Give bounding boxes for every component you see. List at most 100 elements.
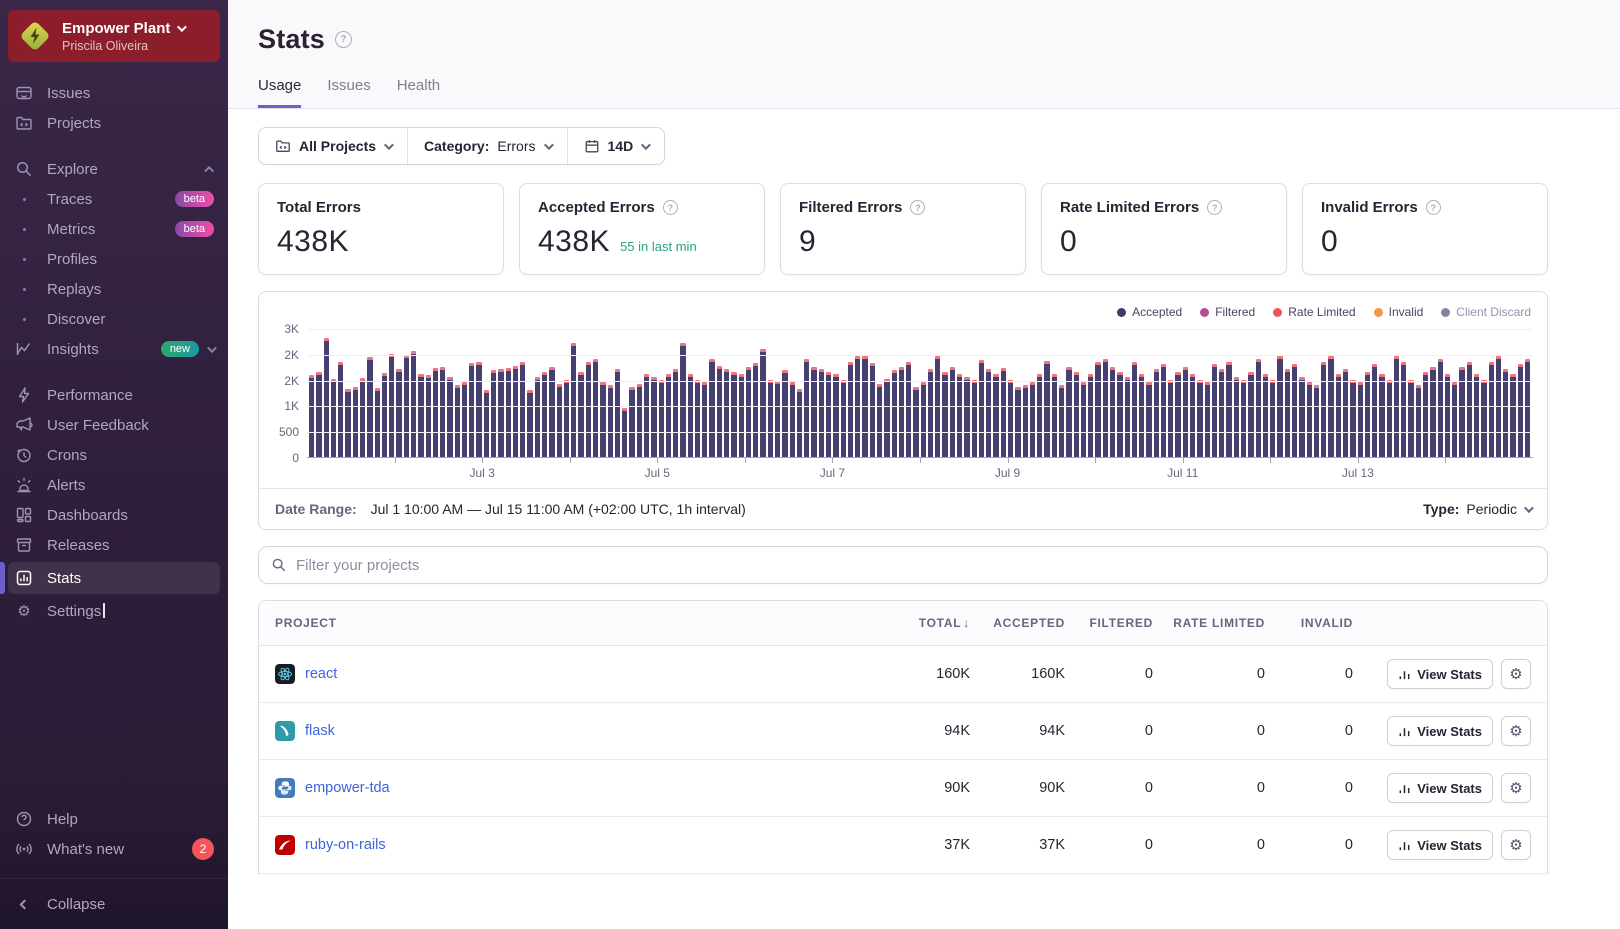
project-link[interactable]: ruby-on-rails — [305, 837, 386, 853]
sidebar-item-label: Explore — [47, 160, 98, 178]
view-stats-button[interactable]: View Stats — [1387, 830, 1493, 860]
sidebar-item-projects[interactable]: Projects — [0, 108, 228, 138]
cell-rate-limited: 0 — [1256, 666, 1265, 682]
sidebar-item-replays[interactable]: Replays — [0, 274, 228, 304]
legend-item[interactable]: Accepted — [1117, 305, 1182, 319]
org-switcher[interactable]: Empower Plant Priscila Oliveira — [8, 10, 220, 62]
project-link[interactable]: flask — [305, 723, 335, 739]
tab-usage[interactable]: Usage — [258, 77, 302, 108]
sidebar-item-settings[interactable]: ⚙ Settings — [0, 596, 228, 626]
tab-issues[interactable]: Issues — [327, 77, 370, 108]
chart-bar — [520, 362, 526, 457]
view-stats-button[interactable]: View Stats — [1387, 659, 1493, 689]
date-range-dropdown[interactable]: 14D — [566, 128, 665, 164]
chart-bar — [323, 338, 329, 457]
project-filter-dropdown[interactable]: All Projects — [259, 128, 407, 164]
chart-bar — [534, 377, 540, 457]
project-settings-button[interactable]: ⚙ — [1501, 659, 1531, 689]
sidebar-item-issues[interactable]: Issues — [0, 78, 228, 108]
sidebar-item-crons[interactable]: Crons — [0, 440, 228, 470]
sidebar-item-insights[interactable]: Insights new — [0, 334, 228, 364]
table-row: flask 94K 94K 0 0 0 View Stats ⚙ — [259, 703, 1547, 760]
archive-box-icon — [14, 535, 34, 555]
page-header: Stats Usage Issues Health — [228, 0, 1620, 109]
sidebar-item-traces[interactable]: Traces beta — [0, 184, 228, 214]
category-filter-label: Category: — [424, 138, 490, 154]
search-input[interactable] — [296, 556, 1535, 574]
chart-bar — [767, 380, 773, 457]
sidebar-item-label: User Feedback — [47, 416, 149, 434]
chart-bar — [381, 373, 388, 457]
sidebar-item-performance[interactable]: Performance — [0, 380, 228, 410]
category-filter-dropdown[interactable]: Category: Errors — [407, 128, 566, 164]
y-axis-tick: 3K — [284, 322, 299, 336]
bullet-icon — [14, 189, 34, 209]
sidebar-item-user-feedback[interactable]: User Feedback — [0, 410, 228, 440]
chart-bar — [738, 374, 744, 457]
chart-bar — [1153, 369, 1159, 457]
chart-bar — [483, 390, 490, 457]
line-chart-icon — [14, 339, 34, 359]
sidebar-item-label: Dashboards — [47, 506, 128, 524]
sidebar-collapse-button[interactable]: Collapse — [0, 889, 228, 919]
card-rate-limited-errors: Rate Limited Errors 0 — [1041, 183, 1287, 275]
help-circle-icon[interactable] — [1425, 200, 1441, 215]
sidebar-item-whats-new[interactable]: What's new 2 — [0, 834, 228, 864]
column-header-accepted[interactable]: ACCEPTED — [976, 616, 1071, 630]
sidebar-item-alerts[interactable]: Alerts — [0, 470, 228, 500]
column-header-rate-limited[interactable]: RATE LIMITED — [1159, 616, 1271, 630]
gear-icon: ⚙ — [17, 603, 31, 620]
legend-item[interactable]: Filtered — [1200, 305, 1255, 319]
project-settings-button[interactable]: ⚙ — [1501, 716, 1531, 746]
tab-health[interactable]: Health — [397, 77, 440, 108]
chart-bar — [1204, 382, 1210, 457]
chart-bar — [491, 370, 497, 457]
type-dropdown[interactable]: Type: Periodic — [1423, 501, 1534, 517]
chart-bar — [840, 380, 846, 457]
sidebar-item-releases[interactable]: Releases — [0, 530, 228, 560]
project-link[interactable]: empower-tda — [305, 780, 390, 796]
sidebar-item-help[interactable]: Help — [0, 804, 228, 834]
view-stats-button[interactable]: View Stats — [1387, 716, 1493, 746]
sidebar-item-profiles[interactable]: Profiles — [0, 244, 228, 274]
chart-bar — [498, 369, 504, 457]
sidebar-item-dashboards[interactable]: Dashboards — [0, 500, 228, 530]
sidebar-item-label: Projects — [47, 114, 102, 132]
help-circle-icon[interactable] — [910, 200, 926, 215]
sidebar-item-label: Metrics — [47, 220, 96, 238]
cell-filtered: 0 — [1144, 666, 1153, 682]
tab-bar: Usage Issues Health — [258, 77, 1548, 108]
column-header-project[interactable]: PROJECT — [275, 616, 876, 630]
column-header-filtered[interactable]: FILTERED — [1071, 616, 1159, 630]
sidebar-item-explore[interactable]: Explore — [0, 154, 228, 184]
chart-bar — [1291, 364, 1298, 457]
column-header-invalid[interactable]: INVALID — [1271, 616, 1359, 630]
column-header-total[interactable]: TOTAL ↓ — [876, 616, 976, 630]
sidebar-item-discover[interactable]: Discover — [0, 304, 228, 334]
chart-bar — [1175, 372, 1181, 457]
sidebar-item-metrics[interactable]: Metrics beta — [0, 214, 228, 244]
x-axis-label: Jul 5 — [644, 466, 670, 480]
help-circle-icon[interactable] — [335, 31, 353, 48]
sidebar-item-label: Collapse — [47, 895, 106, 913]
card-accepted-errors: Accepted Errors 438K 55 in last min — [519, 183, 765, 275]
project-filter-value: All Projects — [299, 138, 377, 154]
legend-item[interactable]: Rate Limited — [1273, 305, 1356, 319]
sidebar-item-stats[interactable]: Stats — [0, 562, 220, 594]
chevron-down-icon — [383, 139, 394, 150]
legend-item[interactable]: Client Discard — [1441, 305, 1531, 319]
chart-bar — [1335, 374, 1341, 457]
card-filtered-errors: Filtered Errors 9 — [780, 183, 1026, 275]
bullet-icon — [14, 219, 34, 239]
card-title: Invalid Errors — [1321, 199, 1418, 216]
view-stats-button[interactable]: View Stats — [1387, 773, 1493, 803]
chart-bar — [396, 369, 402, 457]
chart-bar — [927, 369, 934, 457]
project-settings-button[interactable]: ⚙ — [1501, 773, 1531, 803]
project-settings-button[interactable]: ⚙ — [1501, 830, 1531, 860]
help-circle-icon[interactable] — [1207, 200, 1223, 215]
notification-badge: 2 — [192, 838, 214, 860]
legend-item[interactable]: Invalid — [1373, 305, 1423, 319]
project-link[interactable]: react — [305, 666, 337, 682]
help-circle-icon[interactable] — [662, 200, 678, 215]
